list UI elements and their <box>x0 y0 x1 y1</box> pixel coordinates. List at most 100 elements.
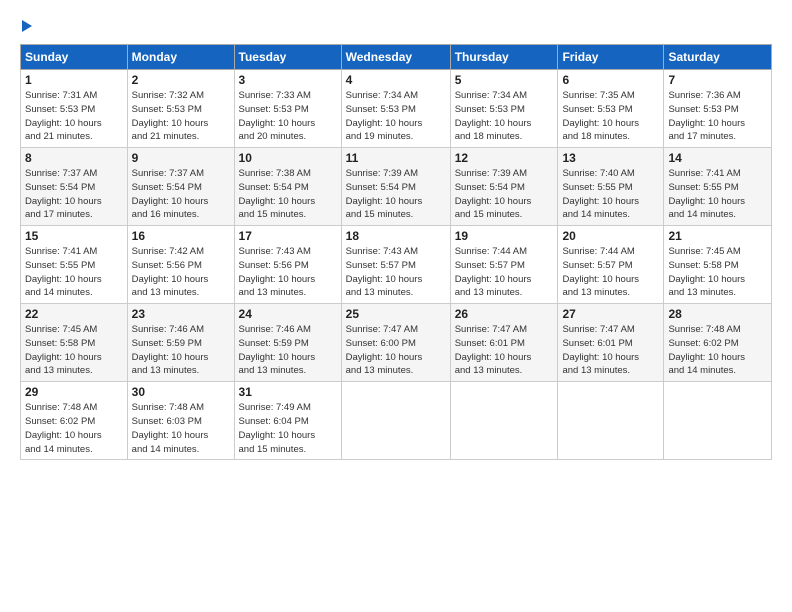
day-number: 21 <box>668 229 767 243</box>
day-info: Sunrise: 7:37 AM Sunset: 5:54 PM Dayligh… <box>132 167 230 222</box>
day-number: 12 <box>455 151 554 165</box>
calendar-cell: 3Sunrise: 7:33 AM Sunset: 5:53 PM Daylig… <box>234 70 341 148</box>
calendar-cell: 9 Sunrise: 7:37 AM Sunset: 5:54 PM Daylig… <box>127 148 234 226</box>
calendar-header-thursday: Thursday <box>450 45 558 70</box>
calendar-header-friday: Friday <box>558 45 664 70</box>
day-info: Sunrise: 7:32 AM Sunset: 5:53 PM Dayligh… <box>132 89 230 144</box>
day-number: 18 <box>346 229 446 243</box>
day-number: 9 <box>132 151 230 165</box>
calendar-week-row: 1Sunrise: 7:31 AM Sunset: 5:53 PM Daylig… <box>21 70 772 148</box>
day-info: Sunrise: 7:45 AM Sunset: 5:58 PM Dayligh… <box>668 245 767 300</box>
day-info: Sunrise: 7:37 AM Sunset: 5:54 PM Dayligh… <box>25 167 123 222</box>
calendar-week-row: 8Sunrise: 7:37 AM Sunset: 5:54 PM Daylig… <box>21 148 772 226</box>
calendar-cell: 27 Sunrise: 7:47 AM Sunset: 6:01 PM Dayli… <box>558 304 664 382</box>
day-number: 7 <box>668 73 767 87</box>
day-info: Sunrise: 7:41 AM Sunset: 5:55 PM Dayligh… <box>25 245 123 300</box>
day-info: Sunrise: 7:36 AM Sunset: 5:53 PM Dayligh… <box>668 89 767 144</box>
day-number: 22 <box>25 307 123 321</box>
calendar-cell <box>558 382 664 460</box>
day-number: 15 <box>25 229 123 243</box>
calendar-cell: 30Sunrise: 7:48 AM Sunset: 6:03 PM Dayli… <box>127 382 234 460</box>
day-info: Sunrise: 7:34 AM Sunset: 5:53 PM Dayligh… <box>346 89 446 144</box>
calendar-table: SundayMondayTuesdayWednesdayThursdayFrid… <box>20 44 772 460</box>
calendar-cell: 21 Sunrise: 7:45 AM Sunset: 5:58 PM Dayli… <box>664 226 772 304</box>
calendar-cell: 24 Sunrise: 7:46 AM Sunset: 5:59 PM Dayli… <box>234 304 341 382</box>
calendar-cell: 14 Sunrise: 7:41 AM Sunset: 5:55 PM Dayli… <box>664 148 772 226</box>
calendar-cell: 23 Sunrise: 7:46 AM Sunset: 5:59 PM Dayli… <box>127 304 234 382</box>
day-info: Sunrise: 7:40 AM Sunset: 5:55 PM Dayligh… <box>562 167 659 222</box>
calendar-cell: 2 Sunrise: 7:32 AM Sunset: 5:53 PM Daylig… <box>127 70 234 148</box>
calendar-cell: 20 Sunrise: 7:44 AM Sunset: 5:57 PM Dayli… <box>558 226 664 304</box>
calendar-cell <box>341 382 450 460</box>
calendar-cell: 5 Sunrise: 7:34 AM Sunset: 5:53 PM Daylig… <box>450 70 558 148</box>
calendar-cell: 15 Sunrise: 7:41 AM Sunset: 5:55 PM Dayli… <box>21 226 128 304</box>
calendar-week-row: 29Sunrise: 7:48 AM Sunset: 6:02 PM Dayli… <box>21 382 772 460</box>
day-number: 17 <box>239 229 337 243</box>
day-number: 20 <box>562 229 659 243</box>
calendar-header-row: SundayMondayTuesdayWednesdayThursdayFrid… <box>21 45 772 70</box>
calendar-cell: 8Sunrise: 7:37 AM Sunset: 5:54 PM Daylig… <box>21 148 128 226</box>
day-number: 5 <box>455 73 554 87</box>
day-number: 27 <box>562 307 659 321</box>
calendar-header-saturday: Saturday <box>664 45 772 70</box>
calendar-header-sunday: Sunday <box>21 45 128 70</box>
day-info: Sunrise: 7:47 AM Sunset: 6:00 PM Dayligh… <box>346 323 446 378</box>
calendar-week-row: 22 Sunrise: 7:45 AM Sunset: 5:58 PM Dayli… <box>21 304 772 382</box>
header <box>20 18 772 32</box>
calendar-cell: 29Sunrise: 7:48 AM Sunset: 6:02 PM Dayli… <box>21 382 128 460</box>
day-info: Sunrise: 7:44 AM Sunset: 5:57 PM Dayligh… <box>455 245 554 300</box>
day-info: Sunrise: 7:39 AM Sunset: 5:54 PM Dayligh… <box>455 167 554 222</box>
day-info: Sunrise: 7:44 AM Sunset: 5:57 PM Dayligh… <box>562 245 659 300</box>
calendar-cell: 13 Sunrise: 7:40 AM Sunset: 5:55 PM Dayli… <box>558 148 664 226</box>
calendar-cell <box>664 382 772 460</box>
calendar-cell: 10 Sunrise: 7:38 AM Sunset: 5:54 PM Dayli… <box>234 148 341 226</box>
calendar-header-wednesday: Wednesday <box>341 45 450 70</box>
calendar-cell: 11Sunrise: 7:39 AM Sunset: 5:54 PM Dayli… <box>341 148 450 226</box>
day-number: 13 <box>562 151 659 165</box>
day-number: 28 <box>668 307 767 321</box>
day-info: Sunrise: 7:46 AM Sunset: 5:59 PM Dayligh… <box>239 323 337 378</box>
day-number: 23 <box>132 307 230 321</box>
day-number: 31 <box>239 385 337 399</box>
day-info: Sunrise: 7:48 AM Sunset: 6:02 PM Dayligh… <box>668 323 767 378</box>
calendar-cell: 17 Sunrise: 7:43 AM Sunset: 5:56 PM Dayli… <box>234 226 341 304</box>
calendar-cell: 31 Sunrise: 7:49 AM Sunset: 6:04 PM Dayli… <box>234 382 341 460</box>
day-info: Sunrise: 7:35 AM Sunset: 5:53 PM Dayligh… <box>562 89 659 144</box>
day-number: 19 <box>455 229 554 243</box>
logo <box>20 18 32 32</box>
calendar-cell: 16 Sunrise: 7:42 AM Sunset: 5:56 PM Dayli… <box>127 226 234 304</box>
day-number: 4 <box>346 73 446 87</box>
calendar-cell: 6Sunrise: 7:35 AM Sunset: 5:53 PM Daylig… <box>558 70 664 148</box>
calendar-cell: 19 Sunrise: 7:44 AM Sunset: 5:57 PM Dayli… <box>450 226 558 304</box>
calendar-cell: 7 Sunrise: 7:36 AM Sunset: 5:53 PM Daylig… <box>664 70 772 148</box>
calendar-cell: 12 Sunrise: 7:39 AM Sunset: 5:54 PM Dayli… <box>450 148 558 226</box>
day-info: Sunrise: 7:41 AM Sunset: 5:55 PM Dayligh… <box>668 167 767 222</box>
day-number: 10 <box>239 151 337 165</box>
day-number: 29 <box>25 385 123 399</box>
calendar-cell: 4 Sunrise: 7:34 AM Sunset: 5:53 PM Daylig… <box>341 70 450 148</box>
calendar-cell: 18Sunrise: 7:43 AM Sunset: 5:57 PM Dayli… <box>341 226 450 304</box>
calendar-cell: 28 Sunrise: 7:48 AM Sunset: 6:02 PM Dayli… <box>664 304 772 382</box>
day-info: Sunrise: 7:47 AM Sunset: 6:01 PM Dayligh… <box>562 323 659 378</box>
calendar-cell: 25Sunrise: 7:47 AM Sunset: 6:00 PM Dayli… <box>341 304 450 382</box>
day-number: 16 <box>132 229 230 243</box>
day-info: Sunrise: 7:38 AM Sunset: 5:54 PM Dayligh… <box>239 167 337 222</box>
day-info: Sunrise: 7:39 AM Sunset: 5:54 PM Dayligh… <box>346 167 446 222</box>
day-info: Sunrise: 7:47 AM Sunset: 6:01 PM Dayligh… <box>455 323 554 378</box>
day-number: 24 <box>239 307 337 321</box>
day-info: Sunrise: 7:49 AM Sunset: 6:04 PM Dayligh… <box>239 401 337 456</box>
day-info: Sunrise: 7:42 AM Sunset: 5:56 PM Dayligh… <box>132 245 230 300</box>
day-number: 14 <box>668 151 767 165</box>
day-info: Sunrise: 7:45 AM Sunset: 5:58 PM Dayligh… <box>25 323 123 378</box>
day-info: Sunrise: 7:34 AM Sunset: 5:53 PM Dayligh… <box>455 89 554 144</box>
day-number: 2 <box>132 73 230 87</box>
day-info: Sunrise: 7:31 AM Sunset: 5:53 PM Dayligh… <box>25 89 123 144</box>
calendar-week-row: 15 Sunrise: 7:41 AM Sunset: 5:55 PM Dayli… <box>21 226 772 304</box>
day-info: Sunrise: 7:43 AM Sunset: 5:56 PM Dayligh… <box>239 245 337 300</box>
day-number: 30 <box>132 385 230 399</box>
day-info: Sunrise: 7:46 AM Sunset: 5:59 PM Dayligh… <box>132 323 230 378</box>
calendar-cell: 26 Sunrise: 7:47 AM Sunset: 6:01 PM Dayli… <box>450 304 558 382</box>
calendar-cell <box>450 382 558 460</box>
calendar-cell: 22 Sunrise: 7:45 AM Sunset: 5:58 PM Dayli… <box>21 304 128 382</box>
day-number: 26 <box>455 307 554 321</box>
